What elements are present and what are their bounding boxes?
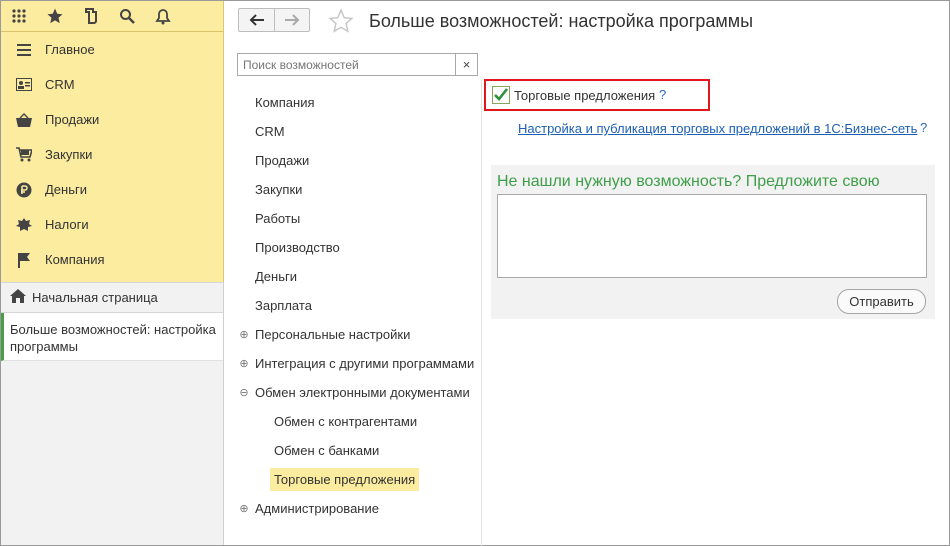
category-item[interactable]: ⊕ Администрирование — [233, 494, 481, 523]
history-icon[interactable] — [73, 1, 109, 32]
suggest-heading: Не нашли нужную возможность? Предложите … — [497, 173, 880, 190]
sidebar-item-sales[interactable]: Продажи — [1, 102, 223, 137]
active-window-tab[interactable]: Больше возможностей: настройка программы — [1, 313, 223, 361]
category-label: Деньги — [255, 269, 297, 284]
clear-search-button[interactable]: × — [455, 54, 477, 75]
category-label: Обмен с контрагентами — [274, 414, 418, 429]
category-item[interactable]: Зарплата — [233, 291, 481, 320]
flag-icon — [15, 251, 33, 269]
sidebar-item-label: Деньги — [45, 182, 87, 197]
trade-offers-setup-link[interactable]: Настройка и публикация торговых предложе… — [518, 121, 917, 136]
section-sidebar: Главное CRM Продажи Закупки Деньги Налог… — [1, 1, 224, 282]
category-label: CRM — [255, 124, 285, 139]
category-label: Закупки — [255, 182, 303, 197]
trade-offers-help-button[interactable]: ? — [659, 87, 666, 102]
category-label: Обмен электронными документами — [255, 385, 470, 400]
category-item[interactable]: CRM — [233, 117, 481, 146]
open-windows-panel: Начальная страница Больше возможностей: … — [1, 282, 224, 545]
category-item[interactable]: Торговые предложения — [233, 465, 481, 494]
page-title: Больше возможностей: настройка программы — [369, 11, 754, 31]
emblem-icon — [15, 216, 33, 234]
divider — [481, 80, 482, 546]
category-item[interactable]: ⊖ Обмен электронными документами — [233, 378, 481, 407]
category-item[interactable]: Производство — [233, 233, 481, 262]
category-label: Торговые предложения — [270, 468, 420, 491]
contact-card-icon — [15, 76, 33, 94]
send-button[interactable]: Отправить — [837, 289, 926, 314]
category-item[interactable]: Обмен с банками — [233, 436, 481, 465]
search-input[interactable] — [238, 54, 455, 75]
category-label: Зарплата — [255, 298, 312, 313]
category-list: Компания CRM Продажи Закупки Работы Производс… — [233, 88, 481, 523]
category-label: Производство — [255, 240, 340, 255]
sidebar-item-money[interactable]: Деньги — [1, 172, 223, 207]
suggest-textarea[interactable] — [497, 194, 927, 278]
bell-icon[interactable] — [145, 1, 181, 32]
sidebar-item-label: Компания — [45, 252, 105, 267]
sidebar-item-taxes[interactable]: Налоги — [1, 207, 223, 242]
ruble-coin-icon — [15, 181, 33, 199]
category-label: Компания — [255, 95, 315, 110]
trade-offers-checkbox[interactable] — [492, 86, 510, 104]
category-item[interactable]: Продажи — [233, 146, 481, 175]
add-to-favorites-star-icon[interactable] — [328, 8, 354, 34]
cart-icon — [15, 146, 33, 164]
sidebar-item-label: Закупки — [45, 147, 93, 162]
feature-search: × — [237, 53, 478, 76]
category-item[interactable]: ⊕ Персональные настройки — [233, 320, 481, 349]
apps-grid-icon[interactable] — [1, 1, 37, 32]
expand-icon[interactable]: ⊕ — [233, 328, 255, 341]
back-button[interactable] — [239, 9, 274, 31]
trade-offers-label: Торговые предложения — [514, 88, 656, 103]
arrow-left-icon — [249, 14, 264, 26]
category-item[interactable]: Обмен с контрагентами — [233, 407, 481, 436]
category-label: Администрирование — [255, 501, 379, 516]
expand-icon[interactable]: ⊕ — [233, 357, 255, 370]
category-item[interactable]: Деньги — [233, 262, 481, 291]
search-icon[interactable] — [109, 1, 145, 32]
menu-lines-icon — [15, 41, 33, 59]
sidebar-item-company[interactable]: Компания — [1, 242, 223, 277]
history-nav — [238, 8, 310, 32]
category-item[interactable]: ⊕ Интеграция с другими программами — [233, 349, 481, 378]
expand-icon[interactable]: ⊕ — [233, 502, 255, 515]
home-icon — [10, 289, 26, 306]
arrow-right-icon — [285, 14, 300, 26]
sidebar-item-label: Главное — [45, 42, 95, 57]
category-item[interactable]: Закупки — [233, 175, 481, 204]
sidebar-item-main[interactable]: Главное — [1, 32, 223, 67]
suggest-feature-panel: Не нашли нужную возможность? Предложите … — [491, 165, 935, 319]
category-item[interactable]: Компания — [233, 88, 481, 117]
category-label: Интеграция с другими программами — [255, 356, 475, 371]
basket-icon — [15, 111, 33, 129]
setup-link-help-button[interactable]: ? — [920, 120, 927, 135]
forward-button[interactable] — [274, 9, 309, 31]
sidebar-item-purchases[interactable]: Закупки — [1, 137, 223, 172]
home-page-tab[interactable]: Начальная страница — [1, 282, 223, 313]
category-label: Персональные настройки — [255, 327, 411, 342]
sidebar-item-label: Налоги — [45, 217, 89, 232]
sidebar-item-crm[interactable]: CRM — [1, 67, 223, 102]
category-item[interactable]: Работы — [233, 204, 481, 233]
sidebar-item-label: Продажи — [45, 112, 100, 127]
category-label: Обмен с банками — [274, 443, 380, 458]
category-label: Работы — [255, 211, 301, 226]
collapse-icon[interactable]: ⊖ — [233, 386, 255, 399]
category-label: Продажи — [255, 153, 310, 168]
checkmark-icon — [494, 88, 509, 101]
top-toolbar — [1, 1, 223, 32]
sidebar-item-label: CRM — [45, 77, 75, 92]
favorites-star-icon[interactable] — [37, 1, 73, 32]
home-page-label: Начальная страница — [32, 290, 158, 305]
